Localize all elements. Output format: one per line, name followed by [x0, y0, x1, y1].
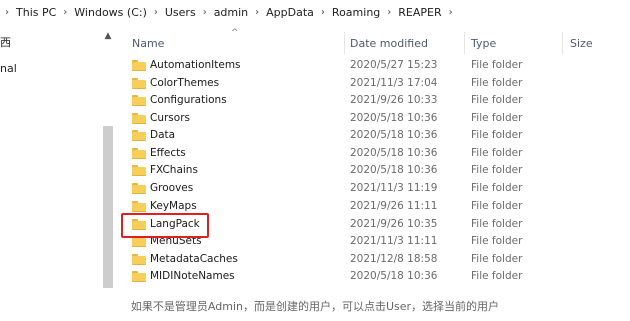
column-header-row: ^ Name Date modified Type Size: [118, 28, 630, 58]
file-date: 2021/9/26 10:35: [350, 218, 438, 230]
file-explorer-window: › This PC › Windows (C:) › Users › admin…: [0, 0, 630, 288]
file-type: File folder: [471, 129, 523, 141]
column-divider[interactable]: [464, 32, 465, 54]
folder-icon: [132, 130, 146, 141]
file-date: 2021/12/8 18:58: [350, 253, 438, 265]
file-name: AutomationItems: [150, 59, 241, 71]
file-date: 2021/11/3 11:19: [350, 182, 438, 194]
file-row[interactable]: ColorThemes 2021/11/3 17:04 File folder: [118, 75, 630, 92]
file-type: File folder: [471, 235, 523, 247]
file-row[interactable]: Cursors 2020/5/18 10:36 File folder: [118, 110, 630, 127]
file-row[interactable]: MIDINoteNames 2020/5/18 10:36 File folde…: [118, 268, 630, 285]
file-type: File folder: [471, 164, 523, 176]
file-row[interactable]: AutomationItems 2020/5/27 15:23 File fol…: [118, 57, 630, 74]
file-date: 2020/5/18 10:36: [350, 270, 438, 282]
file-date: 2020/5/18 10:36: [350, 147, 438, 159]
file-type: File folder: [471, 253, 523, 265]
breadcrumb-appdata[interactable]: AppData: [264, 6, 316, 19]
folder-icon: [132, 201, 146, 212]
chevron-right-icon: ›: [255, 6, 260, 18]
nav-item-2[interactable]: nal: [0, 62, 17, 75]
folder-icon: [132, 254, 146, 265]
breadcrumb-windows-c[interactable]: Windows (C:): [72, 6, 149, 19]
caption-text: 如果不是管理员Admin，而是创建的用户，可以点击User，选择当前的用户: [130, 300, 500, 313]
file-type: File folder: [471, 94, 523, 106]
file-date: 2021/9/26 10:33: [350, 94, 438, 106]
file-name: MIDINoteNames: [150, 270, 235, 282]
breadcrumb-users[interactable]: Users: [163, 6, 198, 19]
chevron-right-icon: ›: [387, 6, 392, 18]
chevron-right-icon: ›: [5, 6, 9, 18]
chevron-right-icon: ›: [202, 6, 207, 18]
chevron-right-icon: ›: [63, 6, 68, 18]
file-row[interactable]: Configurations 2021/9/26 10:33 File fold…: [118, 92, 630, 109]
file-name: MetadataCaches: [150, 253, 238, 265]
file-type: File folder: [471, 77, 523, 89]
file-type: File folder: [471, 112, 523, 124]
file-name: ColorThemes: [150, 77, 220, 89]
file-date: 2021/11/3 17:04: [350, 77, 438, 89]
navigation-pane: 西 nal: [0, 28, 100, 288]
chevron-right-icon: ›: [153, 6, 158, 18]
chevron-right-icon: ›: [448, 6, 453, 18]
scrollbar-thumb[interactable]: [103, 126, 113, 288]
file-row[interactable]: MetadataCaches 2021/12/8 18:58 File fold…: [118, 251, 630, 268]
column-divider[interactable]: [344, 32, 345, 54]
folder-icon: [132, 113, 146, 124]
column-header-size[interactable]: Size: [570, 37, 593, 50]
column-header-date[interactable]: Date modified: [350, 37, 428, 50]
nav-item-1[interactable]: 西: [0, 34, 11, 50]
file-row[interactable]: Grooves 2021/11/3 11:19 File folder: [118, 180, 630, 197]
file-row[interactable]: FXChains 2020/5/18 10:36 File folder: [118, 162, 630, 179]
folder-icon: [132, 60, 146, 71]
file-name: Effects: [150, 147, 186, 159]
column-header-name[interactable]: Name: [132, 37, 164, 50]
chevron-right-icon: ›: [320, 6, 325, 18]
folder-icon: [132, 183, 146, 194]
breadcrumb: › This PC › Windows (C:) › Users › admin…: [0, 0, 630, 24]
sort-ascending-icon: ^: [231, 28, 239, 38]
column-divider[interactable]: [562, 32, 563, 54]
scroll-up-arrow-icon[interactable]: ▲: [102, 30, 114, 42]
file-date: 2021/11/3 11:11: [350, 235, 438, 247]
file-row[interactable]: Data 2020/5/18 10:36 File folder: [118, 127, 630, 144]
breadcrumb-admin[interactable]: admin: [212, 6, 250, 19]
folder-icon: [132, 148, 146, 159]
file-name: Grooves: [150, 182, 194, 194]
file-name: KeyMaps: [150, 200, 197, 212]
folder-icon: [132, 78, 146, 89]
file-date: 2020/5/18 10:36: [350, 129, 438, 141]
folder-icon: [132, 165, 146, 176]
file-name: Data: [150, 129, 176, 141]
file-date: 2020/5/18 10:36: [350, 112, 438, 124]
breadcrumb-roaming[interactable]: Roaming: [330, 6, 382, 19]
folder-icon: [132, 271, 146, 282]
file-date: 2020/5/27 15:23: [350, 59, 438, 71]
file-row[interactable]: Effects 2020/5/18 10:36 File folder: [118, 145, 630, 162]
file-date: 2021/9/26 11:11: [350, 200, 438, 212]
file-name: Configurations: [150, 94, 227, 106]
file-type: File folder: [471, 270, 523, 282]
file-type: File folder: [471, 182, 523, 194]
file-name: Cursors: [150, 112, 190, 124]
breadcrumb-this-pc[interactable]: This PC: [14, 6, 58, 19]
folder-icon: [132, 95, 146, 106]
file-type: File folder: [471, 59, 523, 71]
file-type: File folder: [471, 200, 523, 212]
file-date: 2020/5/18 10:36: [350, 164, 438, 176]
file-type: File folder: [471, 218, 523, 230]
column-header-type[interactable]: Type: [471, 37, 496, 50]
breadcrumb-reaper[interactable]: REAPER: [396, 6, 443, 19]
file-name: FXChains: [150, 164, 198, 176]
file-type: File folder: [471, 147, 523, 159]
highlight-box: [121, 213, 209, 238]
